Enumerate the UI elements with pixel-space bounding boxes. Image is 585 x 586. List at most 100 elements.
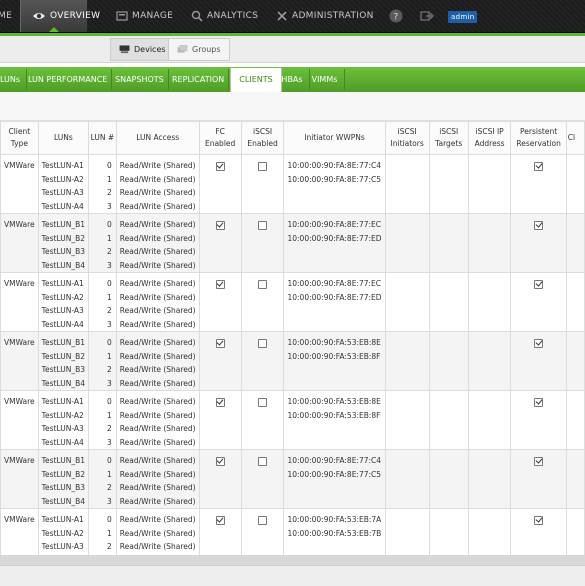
cell-lun-access: Read/Write (Shared) Read/Write (Shared) Re…	[115, 331, 200, 391]
cell-truncated	[565, 213, 585, 273]
col-iscsi-ip-address[interactable]: iSCSI IP Address	[467, 121, 512, 155]
top-navigation: ME OVERVIEW MANAGE ANALYTICS ADMINISTRAT…	[0, 0, 585, 33]
cell-fc-enabled	[198, 331, 242, 391]
persistent-reservation-checkbox[interactable]	[534, 280, 544, 289]
iscsi-enabled-checkbox[interactable]	[258, 339, 268, 348]
cell-iscsi-targets	[428, 154, 469, 214]
help-button[interactable]: ?	[389, 0, 403, 32]
lun-number: 0	[107, 279, 112, 288]
lun-access-value: Read/Write (Shared)	[119, 469, 196, 479]
iscsi-enabled-checkbox[interactable]	[258, 280, 268, 289]
table-row[interactable]: VMWare TestLUN-A1 TestLUN-A2 TestLUN-A3 Test…	[0, 390, 585, 450]
cell-lun-access: Read/Write (Shared) Read/Write (Shared) Re…	[115, 508, 200, 555]
lun-access-value: Read/Write (Shared)	[119, 456, 196, 465]
cell-fc-enabled	[198, 449, 242, 509]
lun-name: TestLUN_B4	[41, 260, 86, 270]
col-truncated[interactable]: Cl	[565, 121, 585, 155]
cell-fc-enabled	[198, 272, 242, 332]
persistent-reservation-checkbox[interactable]	[534, 339, 544, 348]
wwpn-value: 10:00:00:90:FA:8E:77:C4	[287, 161, 382, 170]
table-row[interactable]: VMWare TestLUN_B1 TestLUN_B2 TestLUN_B3 Test…	[0, 213, 585, 273]
lun-access-value: Read/Write (Shared)	[119, 174, 196, 184]
fc-enabled-checkbox[interactable]	[215, 457, 225, 466]
cell-iscsi-initiators	[384, 390, 430, 450]
lun-number: 2	[107, 365, 112, 374]
col-iscsi-enabled[interactable]: iSCSI Enabled	[240, 121, 285, 155]
tab-snapshots-label: SNAPSHOTS	[115, 75, 164, 84]
col-lun-access[interactable]: LUN Access	[115, 121, 200, 155]
tab-lun-performance[interactable]: LUN PERFORMANCE	[24, 69, 113, 90]
cell-client-type: VMWare	[0, 331, 39, 391]
table-row[interactable]: VMWare TestLUN_B1 TestLUN_B2 TestLUN_B3 Test…	[0, 331, 585, 391]
persistent-reservation-checkbox[interactable]	[534, 398, 544, 407]
iscsi-enabled-checkbox[interactable]	[258, 221, 268, 230]
user-badge[interactable]: admin	[448, 11, 478, 23]
horizontal-scrollbar[interactable]	[0, 555, 585, 565]
col-iscsi-targets[interactable]: iSCSI Targets	[428, 121, 469, 155]
table-row[interactable]: VMWare TestLUN-A1 TestLUN-A2 TestLUN-A3 0 1 2 R…	[0, 508, 585, 555]
nav-administration[interactable]: ADMINISTRATION	[276, 0, 374, 32]
tab-luns[interactable]: LUNs	[0, 69, 27, 90]
col-luns[interactable]: LUNs	[37, 121, 90, 155]
iscsi-enabled-checkbox[interactable]	[258, 398, 268, 407]
table-row[interactable]: VMWare TestLUN-A1 TestLUN-A2 TestLUN-A3 Test…	[0, 272, 585, 332]
col-persistent-reservation[interactable]: Persistent Reservation	[510, 121, 567, 155]
subtab-groups[interactable]: Groups	[168, 38, 230, 61]
lun-access-value: Read/Write (Shared)	[119, 233, 196, 243]
wwpn-value: 10:00:00:90:FA:53:EB:8E	[287, 397, 381, 406]
wwpn-value: 10:00:00:90:FA:8E:77:C5	[287, 469, 382, 479]
lun-access-value: Read/Write (Shared)	[119, 319, 196, 329]
lun-number: 3	[107, 378, 112, 388]
persistent-reservation-checkbox[interactable]	[534, 516, 544, 525]
fc-enabled-checkbox[interactable]	[215, 221, 225, 230]
nav-overview[interactable]: OVERVIEW	[20, 0, 100, 32]
iscsi-enabled-checkbox[interactable]	[258, 516, 268, 525]
fc-enabled-checkbox[interactable]	[215, 280, 225, 289]
wwpn-value: 10:00:00:90:FA:53:EB:8F	[287, 410, 381, 420]
cell-initiator-wwpns: 10:00:00:90:FA:8E:77:C4 10:00:00:90:FA:8E…	[283, 449, 386, 509]
tab-snapshots[interactable]: SNAPSHOTS	[111, 69, 169, 90]
persistent-reservation-checkbox[interactable]	[534, 457, 544, 466]
persistent-reservation-checkbox[interactable]	[534, 221, 544, 230]
fc-enabled-checkbox[interactable]	[215, 162, 225, 171]
cell-iscsi-ip-address	[467, 331, 512, 391]
table-row[interactable]: VMWare TestLUN_B1 TestLUN_B2 TestLUN_B3 Test…	[0, 449, 585, 509]
tab-replication[interactable]: REPLICATION	[168, 69, 230, 90]
cell-truncated	[565, 449, 585, 509]
fc-enabled-checkbox[interactable]	[215, 339, 225, 348]
col-initiator-wwpns[interactable]: Initiator WWPNs	[283, 121, 386, 155]
cell-lun-number: 0 1 2 3	[88, 154, 117, 214]
cell-fc-enabled	[198, 390, 242, 450]
cell-persistent-reservation	[510, 331, 567, 391]
col-fc-enabled[interactable]: FC Enabled	[198, 121, 242, 155]
persistent-reservation-checkbox[interactable]	[534, 162, 544, 171]
cell-lun-access: Read/Write (Shared) Read/Write (Shared) Re…	[115, 213, 200, 273]
tab-vimms[interactable]: VIMMs	[305, 69, 345, 90]
nav-home-label: ME	[0, 11, 13, 21]
lun-number: 3	[107, 319, 112, 329]
lun-number: 1	[107, 528, 112, 538]
logout-button[interactable]	[420, 0, 434, 32]
fc-enabled-checkbox[interactable]	[215, 516, 225, 525]
cell-luns: TestLUN-A1 TestLUN-A2 TestLUN-A3	[37, 508, 90, 555]
cell-luns: TestLUN_B1 TestLUN_B2 TestLUN_B3 TestLUN_B4	[37, 213, 90, 273]
lun-number: 1	[107, 174, 112, 184]
tab-luns-label: LUNs	[0, 75, 21, 84]
col-client-type[interactable]: Client Type	[0, 121, 39, 155]
nav-manage[interactable]: MANAGE	[116, 0, 173, 32]
cell-iscsi-targets	[428, 213, 469, 273]
col-lun-number[interactable]: LUN #	[88, 121, 117, 155]
table-row[interactable]: VMWare TestLUN-A1 TestLUN-A2 TestLUN-A3 Test…	[0, 154, 585, 214]
cell-client-type: VMWare	[0, 449, 39, 509]
cell-truncated	[565, 154, 585, 214]
iscsi-enabled-checkbox[interactable]	[258, 457, 268, 466]
lun-number: 0	[107, 220, 112, 229]
iscsi-enabled-checkbox[interactable]	[258, 162, 268, 171]
fc-enabled-checkbox[interactable]	[215, 398, 225, 407]
nav-analytics[interactable]: ANALYTICS	[191, 0, 258, 32]
col-iscsi-initiators[interactable]: iSCSI Initiators	[384, 121, 430, 155]
lun-access-value: Read/Write (Shared)	[119, 496, 196, 506]
nav-home[interactable]: ME	[0, 0, 12, 32]
subtab-devices[interactable]: Devices	[110, 38, 175, 61]
cell-initiator-wwpns: 10:00:00:90:FA:53:EB:7A 10:00:00:90:FA:53…	[283, 508, 386, 555]
